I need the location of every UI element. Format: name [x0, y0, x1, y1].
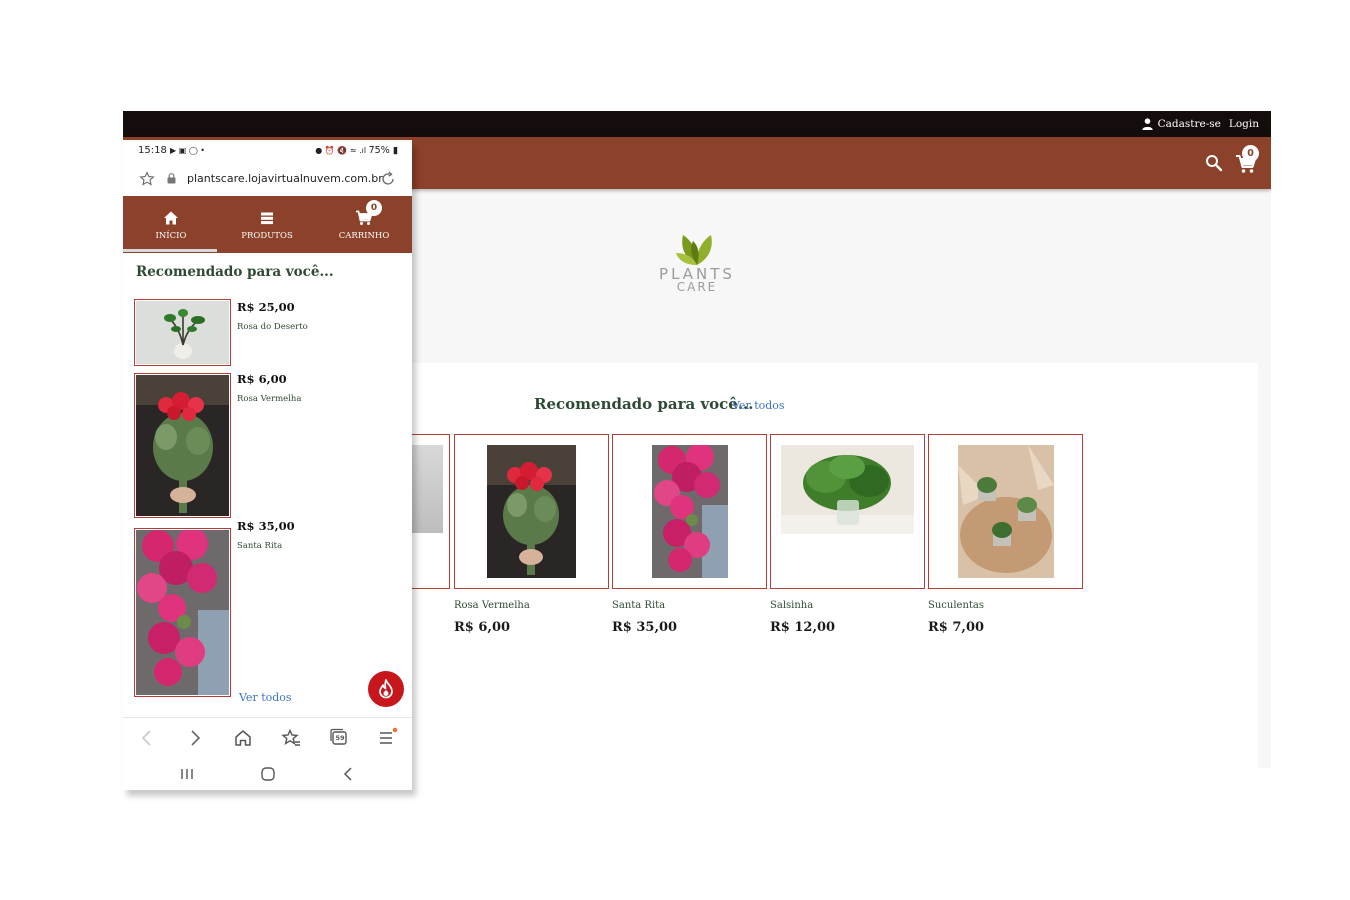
reload-icon[interactable]: [380, 171, 396, 187]
product-card-salsinha[interactable]: [770, 434, 925, 589]
lock-icon: [167, 173, 176, 184]
register-link[interactable]: Cadastre-se: [1141, 118, 1221, 130]
product-image-santa-rita: [652, 445, 728, 578]
system-icons: ● ⏰ 🔇 ≈ .ıl: [315, 146, 369, 155]
product-price: R$ 35,00: [612, 620, 678, 635]
product-price: R$ 25,00: [237, 300, 295, 314]
notification-icons: ▶ ▣ ◯ •: [170, 146, 206, 155]
tabs-count: 59: [335, 734, 345, 742]
product-image: [136, 530, 229, 695]
search-icon[interactable]: [1205, 154, 1223, 172]
product-card-suculentas[interactable]: [928, 434, 1083, 589]
product-name[interactable]: Salsinha: [770, 600, 813, 611]
product-card-santa-rita[interactable]: [612, 434, 767, 589]
logo-word-care: CARE: [676, 280, 718, 294]
cart-count-badge: 0: [366, 200, 382, 216]
product-price: R$ 7,00: [928, 620, 985, 635]
product-card-rosa-vermelha[interactable]: [454, 434, 609, 589]
status-right: ● ⏰ 🔇 ≈ .ıl 75% ▮: [315, 145, 398, 156]
screen: Cadastre-se Login 0 PLANTS CARE Recomend…: [0, 0, 1350, 900]
leaf-logo-icon: [676, 235, 712, 265]
product-image-rosa-vermelha: [487, 445, 576, 578]
mobile-screenshot: 15:18 ▶ ▣ ◯ • ● ⏰ 🔇 ≈ .ıl 75% ▮ plantsca…: [123, 140, 412, 790]
product-name[interactable]: Santa Rita: [237, 541, 282, 551]
star-icon[interactable]: [139, 171, 155, 187]
clock: 15:18: [138, 145, 167, 156]
tab-label: PRODUTOS: [241, 231, 293, 241]
browser-address-bar: plantscare.lojavirtualnuvem.com.br: [123, 162, 412, 196]
tab-produtos[interactable]: PRODUTOS: [219, 196, 315, 253]
battery-icon: ▮: [392, 145, 398, 156]
tab-label: INÍCIO: [155, 231, 187, 241]
product-name[interactable]: Santa Rita: [612, 600, 665, 611]
product-image: [136, 301, 229, 364]
android-nav-bar: [123, 757, 412, 790]
tab-label: CARRINHO: [338, 231, 390, 241]
register-label: Cadastre-se: [1157, 118, 1221, 130]
tab-carrinho[interactable]: CARRINHO: [316, 196, 412, 253]
product-image: [136, 375, 229, 516]
list-icon: [261, 212, 273, 225]
recommended-title: Recomendado para você...: [534, 395, 754, 413]
back-icon[interactable]: [340, 765, 358, 783]
product-price: R$ 12,00: [770, 620, 836, 635]
flame-icon: [379, 679, 393, 699]
tab-inicio[interactable]: INÍCIO: [123, 196, 219, 253]
mobile-nav: INÍCIO PRODUTOS CARRINHO 0: [123, 196, 412, 253]
product-thumb-santa-rita[interactable]: [134, 528, 231, 697]
back-arrow-icon[interactable]: [136, 727, 158, 749]
cart-count-badge: 0: [1242, 145, 1259, 162]
tabs-button[interactable]: 59: [328, 727, 350, 749]
see-all-link[interactable]: Ver todos: [732, 399, 785, 412]
product-name[interactable]: Suculentas: [928, 600, 984, 611]
recent-apps-icon[interactable]: [178, 765, 196, 783]
menu-icon[interactable]: [376, 727, 398, 749]
product-price: R$ 6,00: [237, 372, 287, 386]
product-name[interactable]: Rosa Vermelha: [454, 600, 530, 611]
see-all-link[interactable]: Ver todos: [239, 691, 292, 704]
status-time: 15:18 ▶ ▣ ◯ •: [138, 145, 205, 156]
flame-fab-button[interactable]: [368, 671, 404, 707]
url-text[interactable]: plantscare.lojavirtualnuvem.com.br: [187, 172, 383, 185]
home-icon: [164, 211, 178, 225]
login-link[interactable]: Login: [1229, 118, 1259, 130]
home-icon[interactable]: [232, 727, 254, 749]
product-price: R$ 6,00: [454, 620, 511, 635]
recommended-title: Recomendado para você...: [136, 264, 334, 280]
active-tab-indicator: [123, 249, 217, 252]
product-image-salsinha: [781, 445, 914, 534]
product-thumb-rosa-do-deserto[interactable]: [134, 299, 231, 366]
battery-level: 75%: [368, 145, 390, 156]
plants-care-logo[interactable]: PLANTS CARE: [656, 229, 738, 301]
home-button-icon[interactable]: [259, 765, 277, 783]
product-name[interactable]: Rosa Vermelha: [237, 394, 301, 404]
product-thumb-rosa-vermelha[interactable]: [134, 373, 231, 518]
forward-arrow-icon[interactable]: [184, 727, 206, 749]
user-icon: [1141, 118, 1153, 130]
product-name[interactable]: Rosa do Deserto: [237, 322, 308, 332]
bookmarks-icon[interactable]: [280, 727, 302, 749]
browser-bottom-toolbar: 59: [123, 717, 412, 757]
product-image-suculentas: [958, 445, 1054, 578]
top-bar: Cadastre-se Login: [123, 111, 1271, 137]
product-price: R$ 35,00: [237, 519, 295, 533]
